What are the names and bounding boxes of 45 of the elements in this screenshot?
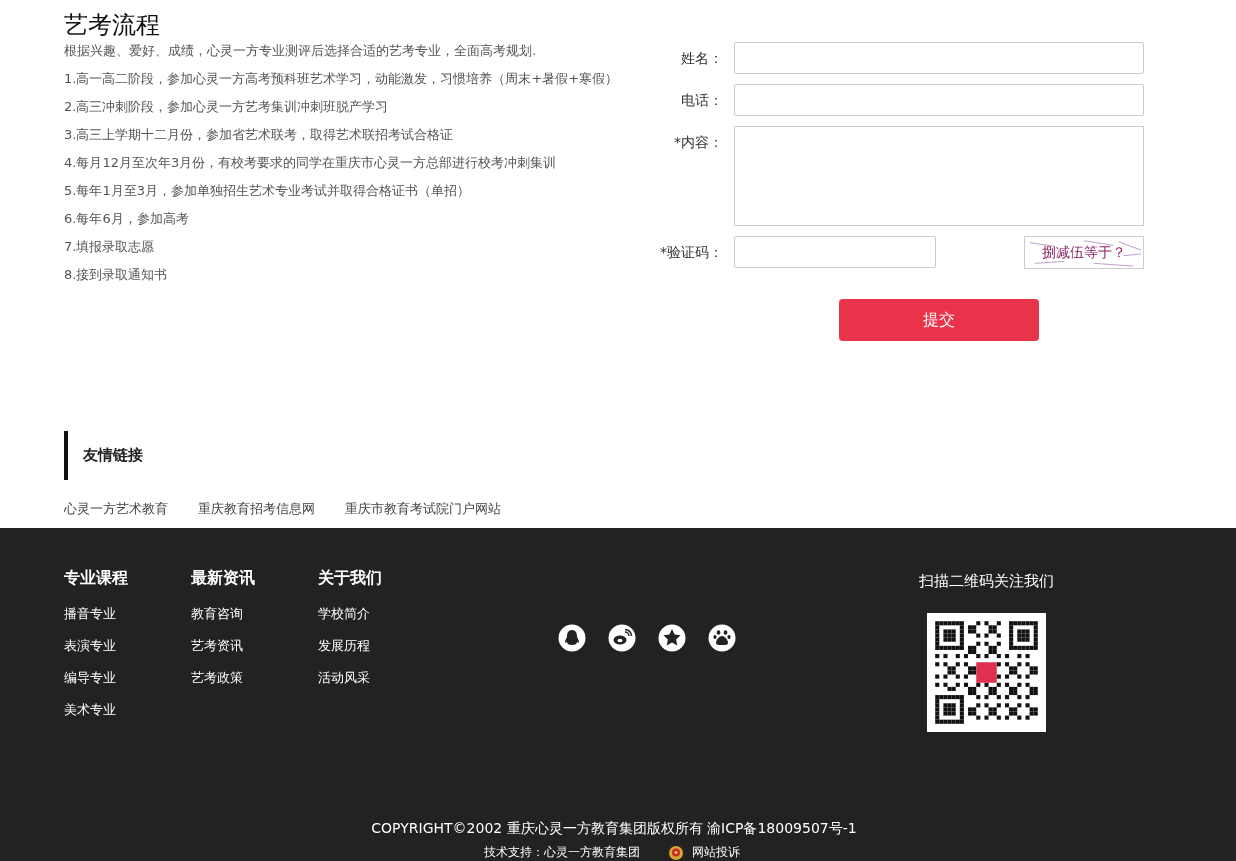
step-text: 4.每月12月至次年3月份，有校考要求的同学在重庆市心灵一方总部进行校考冲刺集训 xyxy=(64,154,558,172)
penguin-icon[interactable] xyxy=(558,624,586,652)
footer-heading: 专业课程 xyxy=(64,568,129,588)
footer-link[interactable]: 播音专业 xyxy=(64,598,191,630)
swirl-icon[interactable] xyxy=(608,624,636,652)
step-text: 3.高三上学期十二月份，参加省艺术联考，取得艺术联招考试合格证 xyxy=(64,126,455,144)
section-heading: 友情链接 xyxy=(64,431,1144,480)
footer-link[interactable]: 美术专业 xyxy=(64,694,191,726)
badge-icon xyxy=(668,844,684,861)
footer-link[interactable]: 表演专业 xyxy=(64,630,191,662)
support-text: 技术支持：心灵一方教育集团 xyxy=(484,844,640,861)
complaint-link[interactable]: 网站投诉 xyxy=(692,844,740,861)
friend-link[interactable]: 心灵一方艺术教育 xyxy=(64,500,168,518)
qr-heading: 扫描二维码关注我们 xyxy=(919,571,1054,591)
content-field[interactable] xyxy=(734,126,1144,226)
footer-link[interactable]: 活动风采 xyxy=(318,662,445,694)
footer-link[interactable]: 艺考政策 xyxy=(191,662,318,694)
paw-icon[interactable] xyxy=(708,624,736,652)
step-text: 1.高一高二阶段，参加心灵一方高考预科班艺术学习，动能激发，习惯培养（周末+暑假+寒假） xyxy=(64,70,620,88)
copyright-text: COPYRIGHT©2002 重庆心灵一方教育集团版权所有 渝ICP备18009507号-1 xyxy=(370,820,858,838)
input-field[interactable] xyxy=(734,84,1144,116)
friend-link[interactable]: 重庆教育招考信息网 xyxy=(198,500,315,518)
friend-link[interactable]: 重庆市教育考试院门户网站 xyxy=(345,500,501,518)
step-text: 8.接到录取通知书 xyxy=(64,266,169,284)
footer-heading: 最新资讯 xyxy=(191,568,256,588)
step-text: 6.每年6月，参加高考 xyxy=(64,210,190,228)
footer-link[interactable]: 学校简介 xyxy=(318,598,445,630)
step-text: 5.每年1月至3月，参加单独招生艺术专业考试并取得合格证书（单招） xyxy=(64,182,471,200)
step-text: 7.填报录取志愿 xyxy=(64,238,156,256)
footer-link[interactable]: 发展历程 xyxy=(318,630,445,662)
section-title: 艺考流程 xyxy=(64,10,161,40)
step-text: 2.高三冲刺阶段，参加心灵一方艺考集训冲刺班脱产学习 xyxy=(64,98,390,116)
field-label: *验证码： xyxy=(659,243,723,262)
captcha-image[interactable]: 捌减伍等于？ xyxy=(1024,236,1144,269)
submit-button[interactable]: 提交 xyxy=(839,299,1039,341)
intro-text: 根据兴趣、爱好、成绩，心灵一方专业测评后选择合适的艺考专业，全面高考规划. xyxy=(64,42,538,60)
footer-link[interactable]: 编导专业 xyxy=(64,662,191,694)
captcha-field[interactable] xyxy=(734,236,936,268)
footer-link[interactable]: 艺考资讯 xyxy=(191,630,318,662)
field-label: 姓名： xyxy=(680,49,723,68)
field-label: 电话： xyxy=(680,91,723,110)
footer-heading: 关于我们 xyxy=(318,568,383,588)
field-label: *内容： xyxy=(673,133,723,152)
footer-link[interactable]: 教育咨询 xyxy=(191,598,318,630)
input-field[interactable] xyxy=(734,42,1144,74)
